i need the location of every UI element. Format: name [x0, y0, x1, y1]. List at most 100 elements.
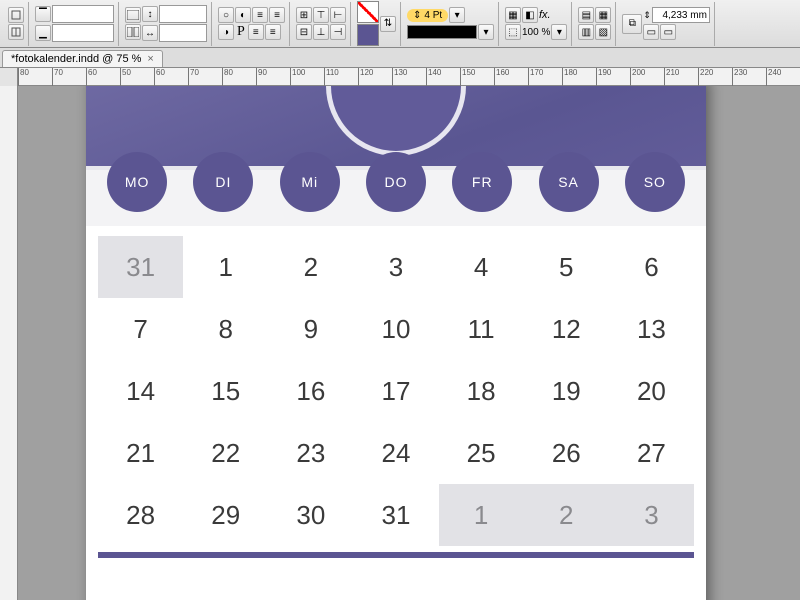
ruler-tick: 70 — [188, 68, 199, 86]
stroke-style-dropdown[interactable]: ▾ — [478, 24, 494, 40]
calendar-cell: 2 — [524, 484, 609, 546]
calendar-cell: 13 — [609, 298, 694, 360]
day-header-row: MODIMiDOFRSASO — [86, 166, 706, 226]
stroke-dropdown-icon[interactable]: ▾ — [449, 7, 465, 23]
opacity-dropdown[interactable]: ▾ — [551, 24, 567, 40]
calendar-cell: 1 — [183, 236, 268, 298]
calendar-cell: 10 — [353, 298, 438, 360]
day-circle: DI — [193, 152, 253, 212]
text-wrap-d-icon[interactable]: ▧ — [595, 24, 611, 40]
rotate-180-icon[interactable]: ◑ — [218, 24, 234, 40]
stroke-style-bar[interactable] — [407, 25, 477, 39]
dist-mid-icon[interactable]: ⊢ — [330, 7, 346, 23]
cell-merge-icon[interactable] — [8, 24, 24, 40]
valign-mid-icon[interactable]: ≡ — [269, 7, 285, 23]
valign-bot-icon[interactable]: ≡ — [248, 24, 264, 40]
gradient-icon[interactable]: ◧ — [522, 7, 538, 23]
close-icon[interactable]: × — [147, 53, 153, 65]
ruler-tick: 230 — [732, 68, 747, 86]
dist-h-icon[interactable]: ⊞ — [296, 7, 312, 23]
crop-icon[interactable]: ⧉ — [622, 14, 642, 34]
calendar-cell: 31 — [353, 484, 438, 546]
document-tab[interactable]: *fotokalender.indd @ 75 % × — [2, 50, 163, 67]
day-circle: SO — [625, 152, 685, 212]
ruler-tick: 150 — [460, 68, 475, 86]
text-wrap-b-icon[interactable]: ▥ — [578, 24, 594, 40]
ruler-tick: 220 — [698, 68, 713, 86]
calendar-cell: 26 — [524, 422, 609, 484]
control-panel: ▔ ▁ ↕ ↔ ○ ◐ ≡ ≡ ◑ P ≡ ≡ — [0, 0, 800, 48]
day-circle: Mi — [280, 152, 340, 212]
rotate-90-icon[interactable]: ◐ — [235, 7, 251, 23]
inset-top-icon[interactable]: ↕ — [142, 6, 158, 22]
valign-just-icon[interactable]: ≡ — [265, 24, 281, 40]
align-bottom-icon[interactable]: ▁ — [35, 25, 51, 41]
day-circle: DO — [366, 152, 426, 212]
stroke-weight-field[interactable]: ⇕4 Pt — [407, 9, 448, 22]
ruler-tick: 70 — [52, 68, 63, 86]
paragraph-icon[interactable]: P — [235, 24, 247, 40]
calendar-cell: 12 — [524, 298, 609, 360]
dist-v-icon[interactable]: ⊟ — [296, 24, 312, 40]
calendar-cell: 20 — [609, 360, 694, 422]
text-wrap-c-icon[interactable]: ▦ — [595, 7, 611, 23]
ruler-tick: 210 — [664, 68, 679, 86]
horizontal-ruler: 8070605060708090100110120130140150160170… — [0, 68, 800, 86]
ruler-tick: 110 — [324, 68, 339, 86]
tab-title: *fotokalender.indd @ 75 % — [11, 53, 141, 65]
page: MODIMiDOFRSASO 3112345678910111213141516… — [86, 86, 706, 600]
text-wrap-a-icon[interactable]: ▤ — [578, 7, 594, 23]
inset-a-input[interactable] — [159, 5, 207, 23]
calendar-cell: 1 — [439, 484, 524, 546]
ruler-tick: 200 — [630, 68, 645, 86]
calendar-cell: 6 — [609, 236, 694, 298]
dist-top-icon[interactable]: ⊤ — [313, 7, 329, 23]
dist-right-icon[interactable]: ⊣ — [330, 24, 346, 40]
calendar-cell: 2 — [268, 236, 353, 298]
calendar-footer-bar — [98, 552, 694, 558]
split-cells-icon[interactable] — [125, 24, 141, 40]
calendar-cell: 15 — [183, 360, 268, 422]
fx-icon[interactable]: fx. — [539, 9, 551, 21]
calendar-cell: 24 — [353, 422, 438, 484]
ruler-tick: 170 — [528, 68, 543, 86]
calendar-cell: 29 — [183, 484, 268, 546]
calendar-cell: 21 — [98, 422, 183, 484]
dimension-input[interactable] — [652, 7, 710, 23]
calendar-cell: 5 — [524, 236, 609, 298]
calendar-cell: 28 — [98, 484, 183, 546]
valign-top-icon[interactable]: ≡ — [252, 7, 268, 23]
ruler-tick: 240 — [766, 68, 781, 86]
vertical-ruler — [0, 86, 18, 600]
dim-a-icon[interactable]: ▭ — [643, 24, 659, 40]
calendar-cell: 31 — [98, 236, 183, 298]
document-canvas[interactable]: MODIMiDOFRSASO 3112345678910111213141516… — [18, 86, 800, 600]
calendar-cell: 3 — [353, 236, 438, 298]
calendar-cell: 17 — [353, 360, 438, 422]
align-top-icon[interactable]: ▔ — [35, 6, 51, 22]
calendar-cell: 9 — [268, 298, 353, 360]
cell-insert-icon[interactable] — [8, 7, 24, 23]
calendar-cell: 30 — [268, 484, 353, 546]
merge-cells-icon[interactable] — [125, 7, 141, 23]
col-width-input[interactable] — [52, 24, 114, 42]
dim-b-icon[interactable]: ▭ — [660, 24, 676, 40]
ruler-tick: 100 — [290, 68, 305, 86]
fill-color-icon[interactable]: ▦ — [505, 7, 521, 23]
stroke-none-swatch[interactable] — [357, 1, 379, 23]
calendar-cell: 3 — [609, 484, 694, 546]
rotate-0-icon[interactable]: ○ — [218, 7, 234, 23]
inset-b-input[interactable] — [159, 24, 207, 42]
ruler-tick: 50 — [120, 68, 131, 86]
drop-icon[interactable]: ⬚ — [505, 24, 521, 40]
swap-swatch-icon[interactable]: ⇅ — [380, 16, 396, 32]
document-tabbar: *fotokalender.indd @ 75 % × — [0, 48, 800, 68]
dist-bot-icon[interactable]: ⊥ — [313, 24, 329, 40]
calendar-cell: 25 — [439, 422, 524, 484]
ruler-tick: 140 — [426, 68, 441, 86]
row-height-input[interactable] — [52, 5, 114, 23]
calendar-cell: 27 — [609, 422, 694, 484]
inset-bottom-icon[interactable]: ↔ — [142, 25, 158, 41]
calendar-grid: 3112345678910111213141516171819202122232… — [86, 226, 706, 546]
fill-swatch[interactable] — [357, 24, 379, 46]
